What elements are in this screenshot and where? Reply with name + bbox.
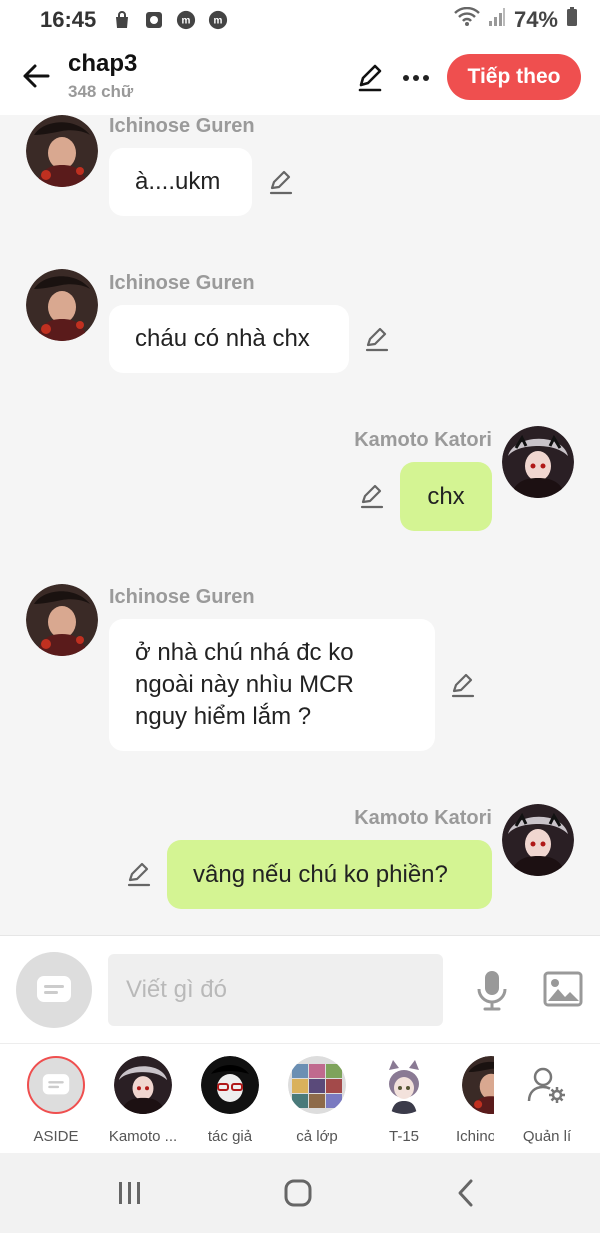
back-button[interactable]: [18, 58, 54, 94]
image-icon: [543, 971, 583, 1007]
character-label: Kamoto ...: [108, 1128, 178, 1145]
message-bubble[interactable]: ở nhà chú nhá đc ko ngoài này nhìu MCR n…: [109, 619, 435, 751]
character-ichinose[interactable]: Ichino: [446, 1056, 494, 1145]
edit-message-button[interactable]: [266, 167, 296, 197]
character-ca-lop[interactable]: cả lớp: [272, 1056, 362, 1145]
edit-message-button[interactable]: [448, 670, 478, 700]
avatar: [201, 1056, 259, 1114]
message-text: à....ukm: [135, 168, 221, 195]
recorder-icon: [144, 10, 164, 30]
avatar: [288, 1056, 346, 1114]
voice-input-button[interactable]: [470, 966, 514, 1014]
home-icon: [284, 1179, 312, 1207]
edit-message-button[interactable]: [362, 324, 392, 354]
recent-apps-button[interactable]: [110, 1173, 150, 1213]
chapter-title: chap3: [68, 50, 138, 77]
sender-name: Ichinose Guren: [109, 115, 255, 137]
status-time: 16:45: [40, 7, 97, 32]
aside-toggle-button[interactable]: [16, 952, 92, 1028]
character-label: cả lớp: [296, 1128, 338, 1145]
wifi-icon: [454, 6, 480, 33]
avatar-ichinose-guren[interactable]: [26, 269, 98, 341]
character-label: T-15: [388, 1128, 419, 1145]
title-block: chap3 348 chữ: [68, 50, 137, 102]
messenger-icon: m: [208, 10, 228, 30]
sender-name: Ichinose Guren: [109, 272, 255, 294]
battery-icon: [566, 7, 578, 33]
pencil-icon: [358, 64, 382, 92]
character-label: Ichino: [456, 1128, 494, 1145]
svg-text:m: m: [182, 16, 191, 27]
chat-bubble-icon: [37, 976, 71, 1002]
message-text: chx: [427, 482, 465, 510]
sender-name: Kamoto Katori: [354, 429, 492, 451]
manage-characters-button[interactable]: Quản lí: [502, 1056, 592, 1145]
word-count: 348 chữ: [68, 82, 134, 101]
pencil-icon: [360, 484, 384, 509]
character-aside[interactable]: ASIDE: [11, 1056, 101, 1145]
message-text: vâng nếu chú ko phiền?: [193, 860, 448, 888]
more-options-button[interactable]: [398, 60, 434, 96]
message-bubble-own[interactable]: vâng nếu chú ko phiền?: [167, 840, 492, 909]
system-nav-bar: [0, 1153, 600, 1233]
avatar: [114, 1056, 172, 1114]
message-text: cháu có nhà chx: [135, 325, 310, 352]
avatar-ichinose-guren[interactable]: [26, 115, 98, 187]
avatar: [462, 1056, 494, 1114]
recent-apps-icon: [119, 1182, 140, 1204]
edit-message-button[interactable]: [124, 859, 154, 889]
arrow-left-icon: [23, 64, 50, 88]
status-bar: 16:45 m m 74%: [0, 0, 600, 40]
character-label: ASIDE: [33, 1128, 79, 1145]
avatar-kamoto-katori[interactable]: [502, 426, 574, 498]
chevron-left-icon: [458, 1179, 473, 1207]
sender-name: Kamoto Katori: [354, 807, 492, 829]
avatar-kamoto-katori[interactable]: [502, 804, 574, 876]
character-label: Quản lí: [522, 1128, 572, 1145]
messenger-icon: m: [176, 10, 196, 30]
character-bar: ASIDE Kamoto ... tác giả cả lớp T-15 Ich…: [0, 1043, 600, 1153]
svg-text:m: m: [214, 16, 223, 27]
compose-bar: [0, 935, 600, 1043]
message-input[interactable]: [108, 954, 443, 1026]
message-bubble[interactable]: cháu có nhà chx: [109, 305, 349, 373]
pencil-icon: [365, 327, 389, 352]
next-button[interactable]: Tiếp theo: [447, 54, 581, 100]
battery-level: 74%: [513, 7, 558, 32]
avatar-ichinose-guren[interactable]: [26, 584, 98, 656]
chat-area[interactable]: Ichinose Guren à....ukm Ichinose Guren c…: [0, 115, 600, 935]
character-tac-gia[interactable]: tác giả: [185, 1056, 275, 1145]
top-app-bar: chap3 348 chữ Tiếp theo: [0, 40, 600, 115]
character-label: tác giả: [207, 1128, 253, 1145]
sender-name: Ichinose Guren: [109, 586, 255, 608]
manage-icon-wrap: [518, 1056, 576, 1114]
character-t15[interactable]: T-15: [359, 1056, 449, 1145]
more-icon: [403, 75, 429, 81]
message-text-line: ngoài này nhìu MCR: [135, 671, 354, 698]
user-settings-icon: [527, 1067, 565, 1103]
insert-image-button[interactable]: [540, 966, 586, 1012]
pencil-icon: [451, 673, 475, 698]
home-button[interactable]: [278, 1173, 318, 1213]
message-text-line: ở nhà chú nhá đc ko: [135, 639, 354, 666]
edit-title-button[interactable]: [352, 60, 388, 96]
chat-bubble-icon: [42, 1074, 70, 1095]
character-kamoto[interactable]: Kamoto ...: [98, 1056, 188, 1145]
back-nav-button[interactable]: [446, 1173, 486, 1213]
signal-icon: [488, 7, 506, 33]
shopping-bag-icon: [112, 10, 132, 30]
edit-message-button[interactable]: [357, 481, 387, 511]
pencil-icon: [269, 170, 293, 195]
microphone-icon: [477, 971, 507, 1011]
message-bubble[interactable]: à....ukm: [109, 148, 252, 216]
pencil-icon: [127, 862, 151, 887]
avatar: [375, 1056, 433, 1114]
message-text-line: nguy hiểm lắm ?: [135, 703, 312, 730]
message-bubble-own[interactable]: chx: [400, 462, 492, 531]
aside-avatar: [27, 1056, 85, 1114]
